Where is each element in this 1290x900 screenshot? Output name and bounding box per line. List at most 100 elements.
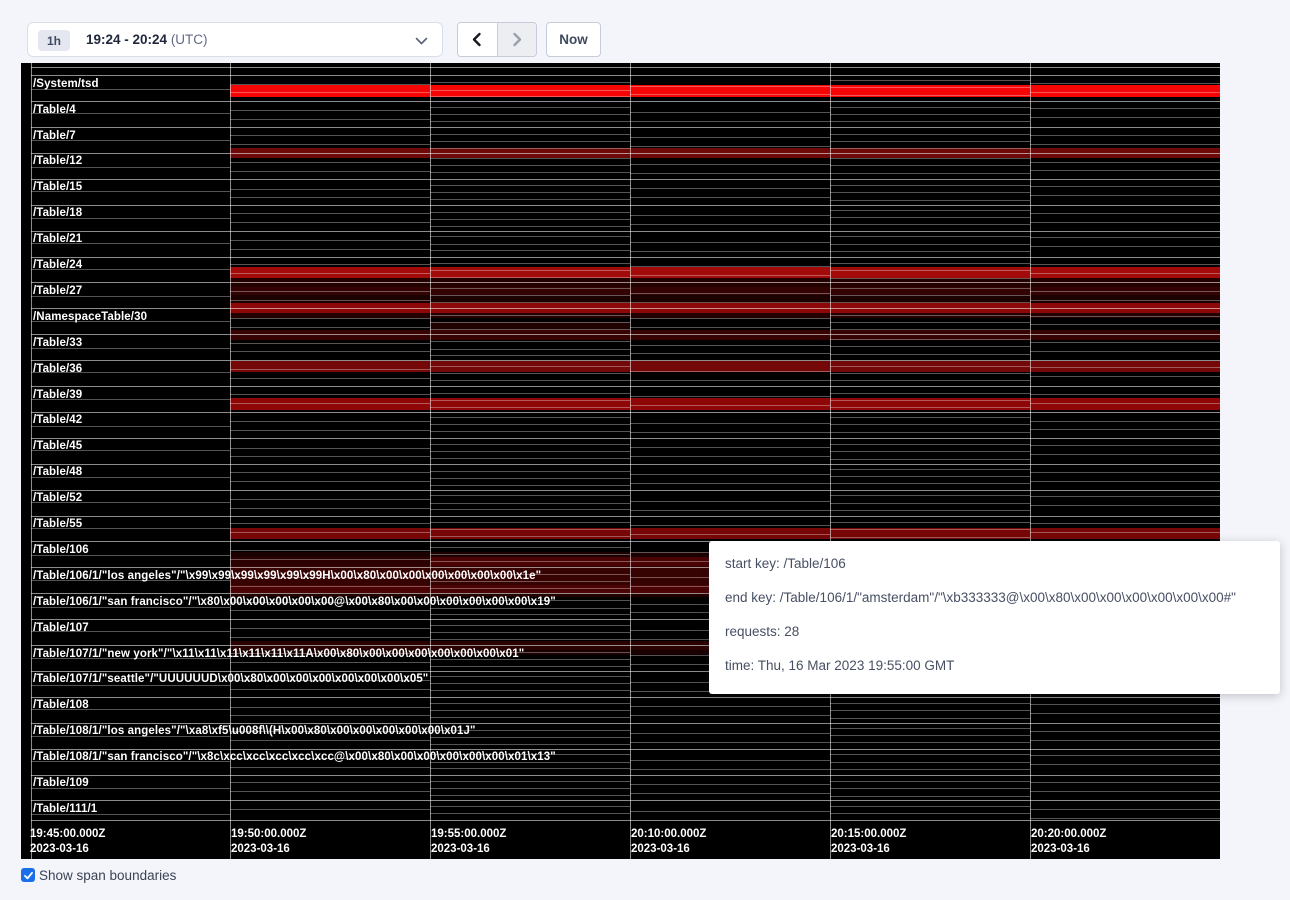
span-subdivision-line: [230, 532, 430, 533]
hover-tooltip: start key: /Table/106 end key: /Table/10…: [709, 541, 1280, 694]
row-label: /NamespaceTable/30: [33, 311, 147, 323]
span-subdivision-line: [830, 192, 1030, 193]
span-subdivision-line: [830, 796, 1030, 797]
span-subdivision-line: [830, 703, 1030, 704]
span-subdivision-line: [430, 341, 630, 342]
span-subdivision-line: [830, 141, 1030, 142]
row-label: /Table/52: [33, 492, 82, 504]
span-subdivision-line: [430, 614, 630, 615]
span-subdivision-line: [830, 87, 1030, 88]
span-subdivision-line: [430, 277, 630, 278]
span-subdivision-line: [430, 495, 630, 496]
span-subdivision-line: [830, 380, 1030, 381]
span-boundary-line: [31, 775, 1220, 776]
span-subdivision-line: [430, 509, 630, 510]
span-subdivision-line: [430, 96, 630, 97]
span-subdivision-line: [1030, 351, 1220, 352]
span-subdivision-line: [630, 94, 830, 95]
span-subdivision-line: [1030, 246, 1220, 247]
span-boundary-line: [31, 438, 1220, 439]
x-axis-label: 20:20:00.000Z 2023-03-16: [1031, 827, 1106, 857]
span-subdivision-line: [230, 550, 430, 551]
span-subdivision-line: [230, 508, 430, 509]
span-subdivision-line: [430, 806, 630, 807]
show-span-boundaries-checkbox[interactable]: Show span boundaries: [21, 866, 176, 884]
span-subdivision-line: [230, 637, 430, 638]
span-subdivision-line: [230, 689, 430, 690]
row-label: /Table/106/1/"los angeles"/"\x99\x99\x99…: [33, 570, 541, 582]
span-subdivision-line: [830, 424, 1030, 425]
span-subdivision-line: [430, 236, 630, 237]
span-subdivision-line: [630, 769, 830, 770]
span-subdivision-line: [430, 366, 630, 367]
time-range-select[interactable]: 1h 19:24 - 20:24 (UTC): [27, 22, 443, 57]
now-button[interactable]: Now: [546, 22, 601, 57]
span-subdivision-line: [430, 349, 630, 350]
span-subdivision-line: [830, 400, 1030, 401]
span-subdivision-line: [1030, 195, 1220, 196]
checkbox-label: Show span boundaries: [39, 868, 176, 883]
span-subdivision-line: [830, 754, 1030, 755]
span-subdivision-line: [630, 302, 830, 303]
span-boundary-line: [31, 334, 1220, 335]
checkbox-checked-icon: [21, 868, 35, 882]
span-boundary-line: [31, 282, 1220, 283]
span-subdivision-line: [230, 586, 430, 587]
span-boundary-line: [31, 516, 1220, 517]
span-subdivision-line: [630, 534, 830, 535]
span-subdivision-line: [230, 809, 430, 810]
span-subdivision-line: [830, 393, 1030, 394]
span-subdivision-line: [630, 760, 830, 761]
row-label: /Table/24: [33, 259, 82, 271]
span-subdivision-line: [630, 146, 830, 147]
span-subdivision-line: [230, 92, 430, 93]
span-subdivision-line: [430, 199, 630, 200]
span-subdivision-line: [230, 197, 430, 198]
previous-interval-button[interactable]: [458, 23, 497, 56]
span-subdivision-line: [830, 718, 1030, 719]
span-subdivision-line: [430, 547, 630, 548]
span-subdivision-line: [830, 444, 1030, 445]
span-subdivision-line: [830, 373, 1030, 374]
span-subdivision-line: [630, 405, 830, 406]
span-subdivision-line: [830, 432, 1030, 433]
span-subdivision-line: [630, 371, 830, 372]
span-subdivision-line: [430, 134, 630, 135]
span-subdivision-line: [430, 373, 630, 374]
span-boundary-line: [31, 231, 1220, 232]
span-subdivision-line: [430, 813, 630, 814]
span-subdivision-line: [230, 144, 430, 145]
span-subdivision-line: [830, 354, 1030, 355]
key-visualizer-heatmap[interactable]: /System/tsd/Table/4/Table/7/Table/12/Tab…: [21, 63, 1220, 859]
span-subdivision-line: [630, 353, 830, 354]
range-duration-badge: 1h: [38, 30, 70, 51]
span-subdivision-line: [1030, 764, 1220, 765]
span-subdivision-line: [1030, 264, 1220, 265]
span-subdivision-line: [1030, 472, 1220, 473]
span-subdivision-line: [430, 172, 630, 173]
span-subdivision-line: [830, 529, 1030, 530]
span-subdivision-line: [630, 173, 830, 174]
span-subdivision-line: [430, 322, 630, 323]
span-subdivision-line: [830, 158, 1030, 159]
chevron-right-icon: [511, 32, 523, 47]
time-controls-toolbar: 1h 19:24 - 20:24 (UTC) Now: [0, 0, 1290, 63]
span-subdivision-line: [830, 114, 1030, 115]
span-boundary-line: [31, 360, 1220, 361]
next-interval-button[interactable]: [497, 23, 536, 56]
span-subdivision-line: [830, 407, 1030, 408]
span-subdivision-line: [830, 781, 1030, 782]
span-subdivision-line: [1030, 532, 1220, 533]
span-subdivision-line: [1030, 291, 1220, 292]
span-subdivision-line: [630, 86, 830, 87]
span-subdivision-line: [430, 219, 630, 220]
span-subdivision-line: [230, 403, 430, 404]
span-subdivision-line: [430, 431, 630, 432]
span-subdivision-line: [630, 197, 830, 198]
span-subdivision-line: [230, 318, 430, 319]
span-subdivision-line: [430, 270, 630, 271]
span-subdivision-line: [830, 451, 1030, 452]
span-subdivision-line: [230, 472, 430, 473]
row-label: /Table/55: [33, 518, 82, 530]
span-boundary-line: [31, 75, 1220, 76]
